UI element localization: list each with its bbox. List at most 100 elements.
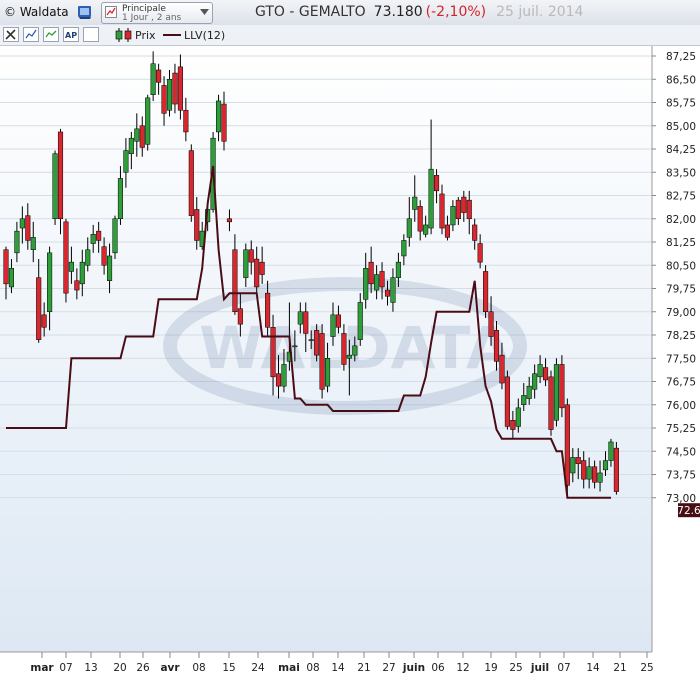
candle-body [374, 274, 380, 291]
candle-body [543, 367, 549, 381]
chart-icon [105, 6, 117, 18]
candle-body [335, 314, 341, 328]
candle-body [117, 178, 124, 219]
candle-body [41, 314, 47, 328]
y-tick-label: 82,75 [666, 191, 696, 203]
candle-body [166, 79, 173, 111]
y-tick-label: 82,00 [666, 214, 696, 226]
candle-body [101, 246, 107, 266]
candle-body [281, 364, 287, 387]
candle-body [406, 218, 412, 238]
candle-body [243, 249, 249, 278]
candle-body [63, 221, 69, 294]
candle-body [564, 404, 570, 486]
candle-body [319, 333, 325, 390]
candle-body [602, 460, 609, 471]
candle-body [150, 63, 156, 95]
x-tick-label: 08 [192, 662, 205, 674]
candle-body [8, 268, 14, 288]
y-tick-label: 76,00 [666, 400, 696, 412]
last-value-marker: 72.6 [677, 503, 700, 518]
period-selector[interactable]: Principale 1 Jour , 2 ans [101, 2, 213, 24]
candle-body [74, 280, 80, 291]
candle-body [275, 373, 282, 387]
chart-type-2-icon[interactable] [43, 27, 59, 42]
candle-body [30, 237, 36, 251]
candle [483, 265, 489, 318]
candle-body [455, 199, 461, 219]
candle-body [477, 243, 483, 263]
y-tick-label: 83,50 [666, 167, 696, 179]
y-tick-label: 75,25 [666, 423, 696, 435]
y-tick-label: 87,25 [666, 51, 696, 63]
candle-body [379, 271, 385, 288]
x-tick-label: 14 [586, 662, 600, 674]
candle-body [493, 330, 500, 362]
candle-body [19, 218, 25, 229]
candle-body [52, 153, 58, 219]
candle-body [575, 457, 581, 464]
candle [52, 150, 58, 225]
candle-body [537, 364, 543, 378]
x-tick-label: 26 [136, 662, 150, 674]
x-tick-label: 08 [306, 662, 319, 674]
candle-body [423, 224, 429, 235]
candle-body [483, 271, 489, 312]
candle-body [183, 110, 189, 133]
candle-body [521, 395, 527, 406]
selector-line-2: 1 Jour , 2 ans [122, 13, 182, 23]
y-tick-label: 79,75 [666, 284, 696, 296]
candle-body [330, 314, 336, 337]
y-tick-label: 78,25 [666, 330, 696, 342]
candle-body [314, 330, 320, 356]
chart-type-icon[interactable] [23, 27, 39, 42]
candle [112, 215, 118, 260]
y-tick-label: 81,25 [666, 237, 696, 249]
candle-body [161, 85, 167, 114]
x-axis-area [0, 652, 652, 700]
price-chart[interactable]: WALDATA 87,2586,5085,7585,0084,2583,5082… [0, 46, 700, 700]
candle-body [57, 131, 64, 219]
x-tick-label: 25 [640, 662, 653, 674]
tools-icon[interactable] [3, 27, 19, 42]
candle-body [444, 224, 450, 238]
candle-body [194, 209, 200, 241]
candle-body [139, 125, 145, 148]
book-icon[interactable] [76, 3, 94, 20]
candle-body [586, 466, 592, 480]
legend-prix: Prix [135, 29, 156, 42]
candle-body [112, 218, 118, 254]
x-tick-label: 25 [509, 662, 522, 674]
llv-legend-line [163, 34, 181, 36]
candle [57, 128, 64, 235]
x-tick-label: 19 [484, 662, 497, 674]
candle [145, 94, 151, 151]
square-icon[interactable] [83, 27, 99, 42]
candle-body [303, 311, 309, 334]
candle-body [308, 339, 314, 341]
chevron-down-icon[interactable] [200, 9, 209, 16]
candle-body [499, 354, 505, 384]
candle-body [532, 373, 538, 390]
candle-body [548, 376, 554, 430]
candle-body [357, 302, 363, 340]
candle-body [270, 327, 276, 378]
candle-body [25, 215, 31, 241]
x-tick-label: juin [402, 662, 425, 674]
candle-body [3, 249, 9, 285]
candle-body [237, 308, 243, 325]
svg-text:AP: AP [65, 31, 77, 40]
candle-body [504, 376, 510, 427]
x-tick-label: juil [530, 662, 549, 674]
ap-icon[interactable]: AP [63, 27, 79, 42]
candle-body [608, 441, 614, 461]
candle-body [134, 128, 140, 142]
candle-body [570, 457, 576, 474]
candle-body [128, 137, 134, 154]
candle-body [368, 261, 374, 285]
candle-body [450, 206, 456, 226]
y-tick-label: 77,50 [666, 353, 696, 365]
candle-body [390, 277, 396, 303]
candle-body [597, 472, 603, 483]
candle-body [145, 97, 151, 145]
